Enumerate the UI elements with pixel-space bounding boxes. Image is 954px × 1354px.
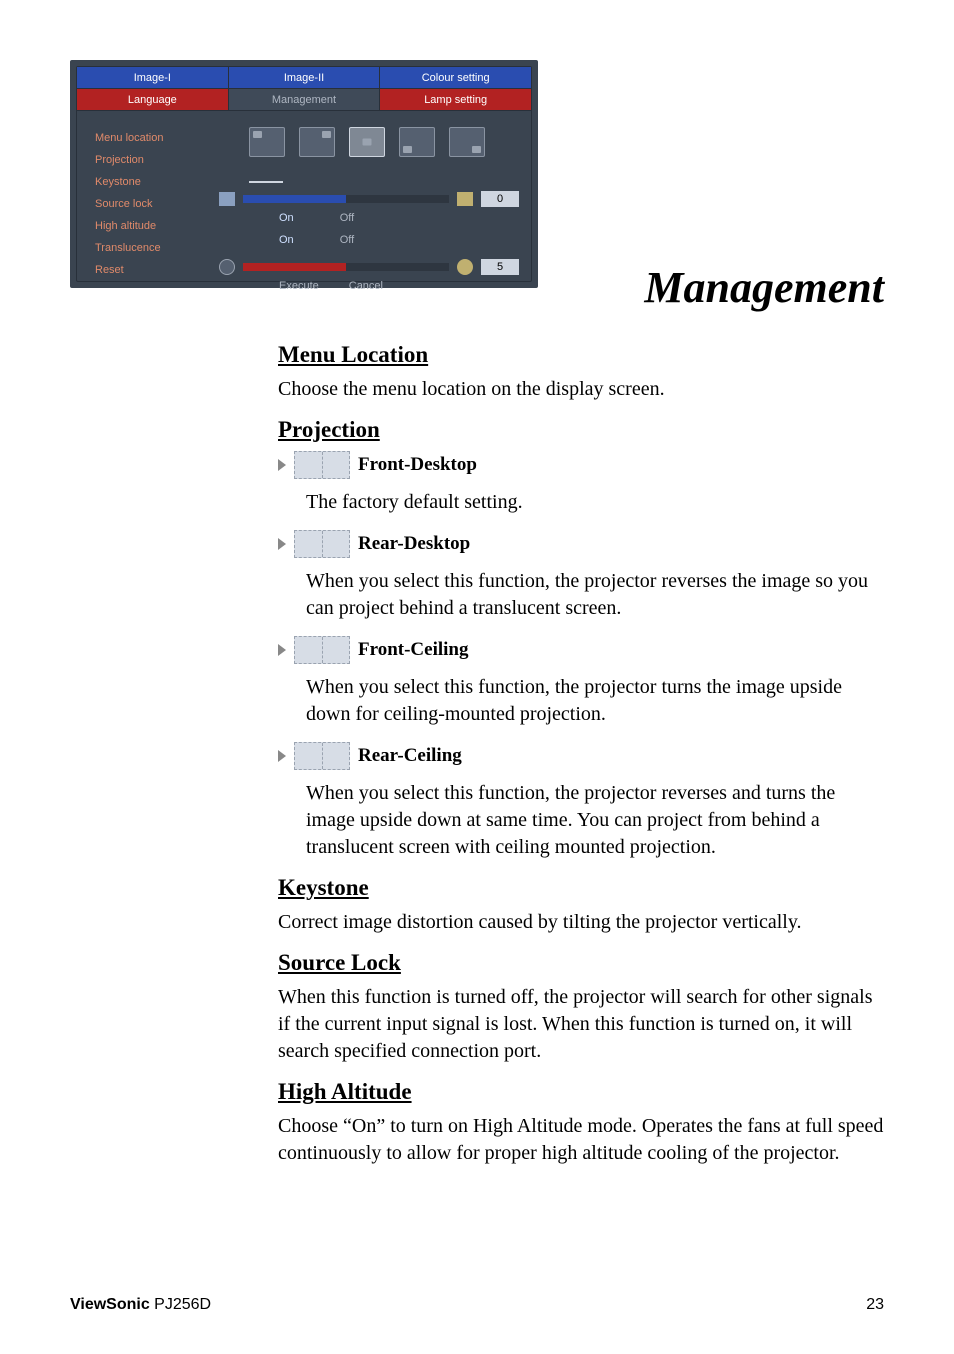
bullet-icon xyxy=(278,750,286,762)
heading-keystone: Keystone xyxy=(278,875,884,901)
front-desktop-icon xyxy=(294,451,350,479)
osd-label-keystone: Keystone xyxy=(95,171,219,193)
osd-label-menu-location: Menu location xyxy=(95,127,219,149)
menu-loc-center-icon xyxy=(349,127,385,157)
osd-tab-image1: Image-I xyxy=(77,67,229,89)
footer-brand: ViewSonic xyxy=(70,1296,150,1313)
label-front-ceiling: Front-Ceiling xyxy=(358,639,468,661)
body-keystone: Correct image distortion caused by tilti… xyxy=(278,909,884,936)
osd-tab-management: Management xyxy=(229,89,381,111)
osd-screenshot: Image-I Image-II Colour setting Language… xyxy=(70,60,538,288)
osd-body: Menu location Projection Keystone Source… xyxy=(77,111,531,281)
source-lock-off: Off xyxy=(340,207,354,229)
osd-label-projection: Projection xyxy=(95,149,219,171)
osd-label-source-lock: Source lock xyxy=(95,193,219,215)
osd-tab-language: Language xyxy=(77,89,229,111)
osd-tab-lamp: Lamp setting xyxy=(380,89,531,111)
footer-page-number: 23 xyxy=(866,1296,884,1314)
projection-rear-ceiling-icon xyxy=(393,163,427,181)
osd-tab-image2: Image-II xyxy=(229,67,381,89)
osd-menu-location-icons xyxy=(219,127,519,157)
body-high-altitude: Choose “On” to turn on High Altitude mod… xyxy=(278,1113,884,1167)
translucence-value: 5 xyxy=(481,259,519,275)
osd-projection-icons xyxy=(219,163,519,183)
body-front-desktop: The factory default setting. xyxy=(306,489,884,516)
osd-label-reset: Reset xyxy=(95,259,219,281)
content: Menu Location Choose the menu location o… xyxy=(278,342,884,1181)
label-rear-ceiling: Rear-Ceiling xyxy=(358,745,462,767)
body-rear-desktop: When you select this function, the proje… xyxy=(306,568,884,622)
osd-keystone-slider: 0 xyxy=(219,191,519,207)
high-altitude-off: Off xyxy=(340,229,354,251)
footer-left: ViewSonic PJ256D xyxy=(70,1296,211,1314)
bullet-icon xyxy=(278,644,286,656)
rear-ceiling-icon xyxy=(294,742,350,770)
osd-label-high-altitude: High altitude xyxy=(95,215,219,237)
translucence-right-icon xyxy=(457,259,473,275)
footer: ViewSonic PJ256D 23 xyxy=(70,1296,884,1314)
projection-rear-desktop-icon xyxy=(345,163,379,181)
osd-labels: Menu location Projection Keystone Source… xyxy=(95,127,219,273)
projection-front-ceiling-icon xyxy=(297,163,331,181)
translucence-track xyxy=(243,263,449,271)
body-rear-ceiling: When you select this function, the proje… xyxy=(306,780,884,861)
bullet-rear-desktop: Rear-Desktop xyxy=(278,530,884,558)
osd-inner: Image-I Image-II Colour setting Language… xyxy=(76,66,532,282)
osd-label-translucence: Translucence xyxy=(95,237,219,259)
footer-model: PJ256D xyxy=(150,1296,211,1313)
projection-front-desktop-icon xyxy=(249,163,283,183)
heading-source-lock: Source Lock xyxy=(278,950,884,976)
body-source-lock: When this function is turned off, the pr… xyxy=(278,984,884,1065)
keystone-left-icon xyxy=(219,192,235,206)
page: Image-I Image-II Colour setting Language… xyxy=(0,0,954,1354)
heading-menu-location: Menu Location xyxy=(278,342,884,368)
menu-loc-bottomleft-icon xyxy=(399,127,435,157)
osd-translucence-slider: 5 xyxy=(219,259,519,275)
osd-high-altitude-row: On Off xyxy=(219,229,519,251)
source-lock-on: On xyxy=(279,207,294,229)
bullet-icon xyxy=(278,459,286,471)
reset-execute: Execute xyxy=(279,275,319,297)
heading-projection: Projection xyxy=(278,417,884,443)
osd-tabs-row2: Language Management Lamp setting xyxy=(77,89,531,111)
body-front-ceiling: When you select this function, the proje… xyxy=(306,674,884,728)
reset-cancel: Cancel xyxy=(349,275,383,297)
osd-tab-colour: Colour setting xyxy=(380,67,531,89)
page-title: Management xyxy=(644,262,884,313)
translucence-left-icon xyxy=(219,259,235,275)
front-ceiling-icon xyxy=(294,636,350,664)
osd-source-lock-row: On Off xyxy=(219,207,519,229)
bullet-icon xyxy=(278,538,286,550)
label-front-desktop: Front-Desktop xyxy=(358,454,477,476)
osd-reset-row: Execute Cancel xyxy=(219,275,519,297)
heading-high-altitude: High Altitude xyxy=(278,1079,884,1105)
keystone-value: 0 xyxy=(481,191,519,207)
high-altitude-on: On xyxy=(279,229,294,251)
menu-loc-topright-icon xyxy=(299,127,335,157)
label-rear-desktop: Rear-Desktop xyxy=(358,533,470,555)
keystone-right-icon xyxy=(457,192,473,206)
bullet-rear-ceiling: Rear-Ceiling xyxy=(278,742,884,770)
rear-desktop-icon xyxy=(294,530,350,558)
menu-loc-topleft-icon xyxy=(249,127,285,157)
body-menu-location: Choose the menu location on the display … xyxy=(278,376,884,403)
keystone-track xyxy=(243,195,449,203)
osd-controls: 0 On Off On Off 5 xyxy=(219,127,519,273)
menu-loc-bottomright-icon xyxy=(449,127,485,157)
osd-tabs-row1: Image-I Image-II Colour setting xyxy=(77,67,531,89)
bullet-front-desktop: Front-Desktop xyxy=(278,451,884,479)
bullet-front-ceiling: Front-Ceiling xyxy=(278,636,884,664)
